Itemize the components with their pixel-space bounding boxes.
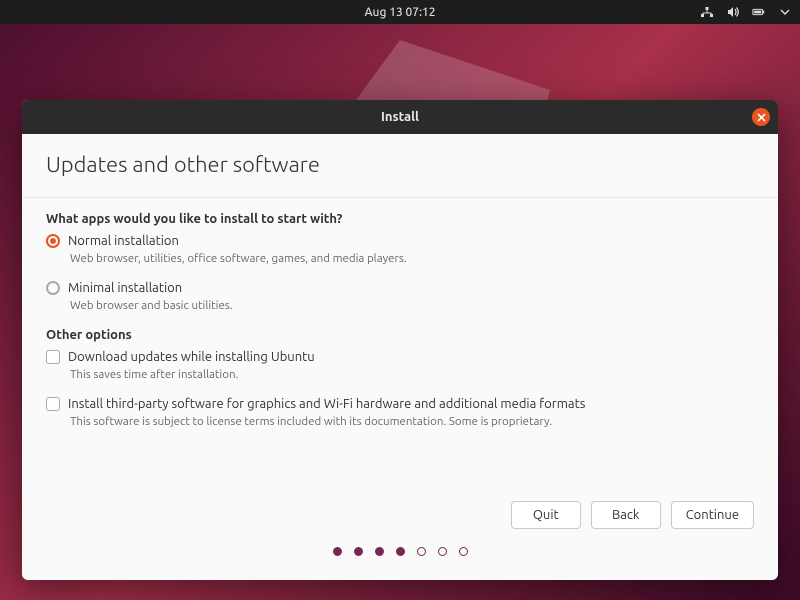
option-minimal: Minimal installation Web browser and bas… — [46, 281, 754, 320]
step-pager — [46, 529, 754, 570]
pager-dot — [438, 547, 447, 556]
pager-dot — [333, 547, 342, 556]
pager-dot — [396, 547, 405, 556]
window-title: Install — [381, 110, 419, 124]
checkbox-updates[interactable] — [46, 350, 60, 364]
top-bar: Aug 13 07:12 — [0, 0, 800, 24]
page-title: Updates and other software — [46, 152, 754, 177]
option-updates-label[interactable]: Download updates while installing Ubuntu — [68, 350, 315, 364]
installer-window: Install Updates and other software What … — [22, 100, 778, 580]
quit-button[interactable]: Quit — [511, 501, 581, 529]
pager-dot — [354, 547, 363, 556]
radio-normal[interactable] — [46, 234, 60, 248]
option-normal: Normal installation Web browser, utiliti… — [46, 234, 754, 273]
checkbox-thirdparty[interactable] — [46, 397, 60, 411]
titlebar: Install — [22, 100, 778, 134]
option-updates: Download updates while installing Ubuntu… — [46, 350, 754, 389]
option-thirdparty-desc: This software is subject to license term… — [70, 415, 754, 428]
option-thirdparty: Install third-party software for graphic… — [46, 397, 754, 436]
pager-dot — [417, 547, 426, 556]
option-minimal-desc: Web browser and basic utilities. — [70, 299, 754, 312]
volume-icon[interactable] — [726, 5, 740, 19]
other-options-heading: Other options — [46, 328, 754, 342]
power-menu-icon[interactable] — [778, 5, 792, 19]
radio-minimal[interactable] — [46, 281, 60, 295]
option-normal-label[interactable]: Normal installation — [68, 234, 179, 248]
back-button[interactable]: Back — [591, 501, 661, 529]
button-row: Quit Back Continue — [46, 485, 754, 529]
close-button[interactable] — [752, 108, 770, 126]
option-thirdparty-label[interactable]: Install third-party software for graphic… — [68, 397, 585, 411]
clock: Aug 13 07:12 — [364, 6, 435, 19]
option-normal-desc: Web browser, utilities, office software,… — [70, 252, 754, 265]
pager-dot — [459, 547, 468, 556]
installer-content: Updates and other software What apps wou… — [22, 134, 778, 580]
system-tray — [700, 5, 792, 19]
network-icon[interactable] — [700, 5, 714, 19]
pager-dot — [375, 547, 384, 556]
battery-icon[interactable] — [752, 5, 766, 19]
continue-button[interactable]: Continue — [671, 501, 754, 529]
option-updates-desc: This saves time after installation. — [70, 368, 754, 381]
install-question: What apps would you like to install to s… — [46, 212, 754, 226]
option-minimal-label[interactable]: Minimal installation — [68, 281, 182, 295]
divider — [22, 197, 778, 198]
